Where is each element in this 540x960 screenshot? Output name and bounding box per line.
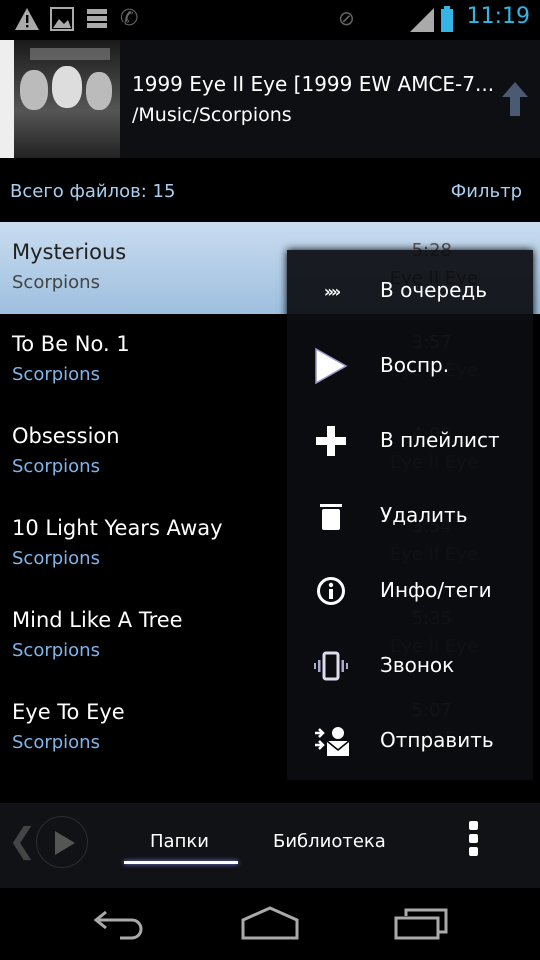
- file-count: Всего файлов: 15: [10, 181, 176, 202]
- track-artist: Scorpions: [12, 364, 100, 385]
- menu-item-label: В плейлист: [380, 428, 500, 452]
- track-title: 10 Light Years Away: [12, 516, 223, 540]
- home-icon[interactable]: [240, 906, 300, 940]
- phone-wifi-icon: ✆: [120, 6, 139, 31]
- now-playing-path: /Music/Scorpions: [132, 104, 292, 126]
- queue-icon: ››››: [323, 281, 341, 301]
- menu-item-label: Удалить: [380, 503, 468, 527]
- menu-item[interactable]: Звонок: [287, 628, 533, 703]
- track-title: Eye To Eye: [12, 700, 125, 724]
- warning-icon: [15, 8, 39, 30]
- active-tab-indicator: [124, 861, 238, 864]
- play-icon: [313, 347, 349, 385]
- navigation-bar: [0, 888, 540, 960]
- menu-item[interactable]: Отправить: [287, 703, 533, 778]
- track-artist: Scorpions: [12, 640, 100, 661]
- menu-item[interactable]: Удалить: [287, 478, 533, 553]
- tab-library[interactable]: Библиотека: [273, 831, 386, 852]
- ringtone-icon: [313, 648, 349, 684]
- back-icon[interactable]: [92, 908, 146, 942]
- status-bar: ✆ ⊘ 11:19: [0, 0, 540, 38]
- send-icon: [313, 723, 349, 759]
- track-artist: Scorpions: [12, 456, 100, 477]
- menu-item[interactable]: Воспр.: [287, 328, 533, 403]
- overflow-menu-icon[interactable]: [466, 821, 480, 861]
- now-playing-panel[interactable]: [120, 40, 540, 158]
- play-button[interactable]: [36, 816, 88, 868]
- track-artist: Scorpions: [12, 548, 100, 569]
- tab-folders[interactable]: Папки: [150, 831, 209, 852]
- menu-item-label: Инфо/теги: [380, 578, 492, 602]
- menu-item-label: Звонок: [380, 653, 455, 677]
- battery-icon: [441, 6, 453, 32]
- menu-item-label: Воспр.: [380, 353, 450, 377]
- storage-icon: [87, 9, 107, 28]
- menu-item[interactable]: В плейлист: [287, 403, 533, 478]
- menu-item-label: Отправить: [380, 728, 494, 752]
- image-icon: [50, 7, 74, 31]
- track-title: Obsession: [12, 424, 120, 448]
- context-menu: ›››› В очередь Воспр. В плейлист Удалить…: [287, 250, 533, 780]
- bottom-bar: ❮ Папки Библиотека: [0, 803, 540, 888]
- track-artist: Scorpions: [12, 272, 100, 293]
- track-title: Mind Like A Tree: [12, 608, 183, 632]
- filter-button[interactable]: Фильтр: [451, 181, 522, 202]
- clock: 11:19: [466, 4, 530, 29]
- trash-icon: [313, 498, 349, 534]
- album-art[interactable]: [0, 40, 120, 158]
- menu-item[interactable]: Инфо/теги: [287, 553, 533, 628]
- chevron-left-icon[interactable]: ❮: [8, 821, 37, 861]
- info-icon: [313, 573, 349, 609]
- track-artist: Scorpions: [12, 732, 100, 753]
- signal-icon: [410, 8, 434, 32]
- menu-item-label: В очередь: [380, 278, 488, 302]
- up-arrow-icon[interactable]: [502, 82, 528, 116]
- plus-icon: [313, 423, 349, 459]
- recent-apps-icon[interactable]: [394, 908, 450, 940]
- mute-icon: ⊘: [338, 6, 355, 30]
- menu-item[interactable]: ›››› В очередь: [287, 253, 533, 328]
- track-title: To Be No. 1: [12, 332, 130, 356]
- play-icon: [55, 831, 75, 855]
- track-title: Mysterious: [12, 240, 127, 264]
- now-playing-title: 1999 Eye II Eye [1999 EW AMCE-7...: [132, 72, 495, 96]
